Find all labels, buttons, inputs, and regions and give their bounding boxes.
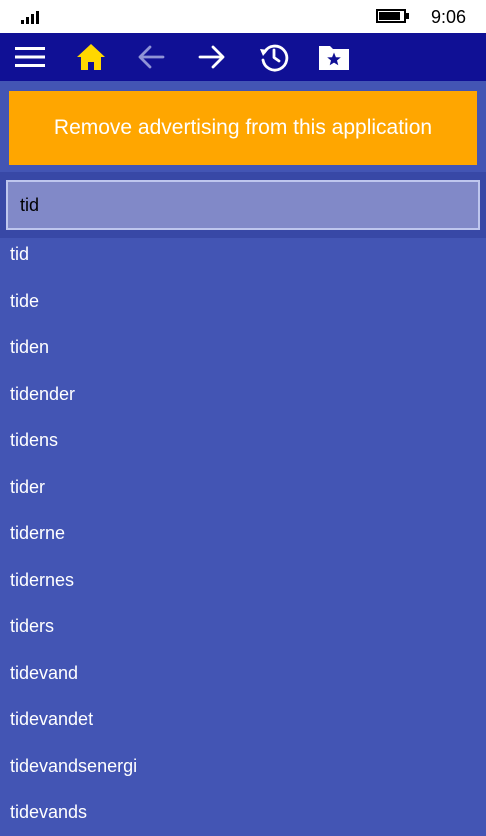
results-list: tid tide tiden tidender tidens tider tiderne ti… (0, 231, 486, 836)
history-icon (260, 44, 289, 72)
search-input[interactable] (6, 180, 480, 230)
hamburger-menu-icon (15, 47, 45, 67)
status-time: 9:06 (431, 7, 467, 27)
star-folder-icon (319, 46, 349, 70)
battery-icon (376, 9, 409, 23)
arrow-right-icon (198, 45, 225, 69)
menu-button[interactable] (12, 40, 48, 74)
result-item[interactable]: tiders (0, 603, 486, 650)
arrow-left-icon (138, 45, 165, 69)
result-item[interactable]: tidens (0, 417, 486, 464)
result-item[interactable]: tiderne (0, 510, 486, 557)
result-item[interactable]: tide (0, 278, 486, 325)
remove-ads-label: Remove advertising from this application (53, 116, 433, 139)
result-item[interactable]: tid (0, 231, 486, 278)
result-item[interactable]: tidender (0, 371, 486, 418)
home-icon (77, 44, 105, 70)
favorites-button[interactable] (316, 40, 352, 74)
result-item[interactable]: tidevand (0, 650, 486, 697)
signal-bars-icon (21, 10, 45, 24)
history-button[interactable] (256, 40, 292, 74)
forward-button[interactable] (194, 40, 230, 74)
remove-ads-button[interactable]: Remove advertising from this application (9, 91, 477, 165)
result-item[interactable]: tidevands (0, 789, 486, 836)
status-bar: 9:06 (0, 0, 486, 33)
result-item[interactable]: tiden (0, 324, 486, 371)
search-area (0, 172, 486, 238)
home-button[interactable] (73, 40, 109, 74)
back-button[interactable] (133, 40, 169, 74)
result-item[interactable]: tidevandsenergi (0, 743, 486, 790)
result-item[interactable]: tider (0, 464, 486, 511)
result-item[interactable]: tidevandet (0, 696, 486, 743)
result-item[interactable]: tidernes (0, 557, 486, 604)
app-toolbar (0, 33, 486, 81)
